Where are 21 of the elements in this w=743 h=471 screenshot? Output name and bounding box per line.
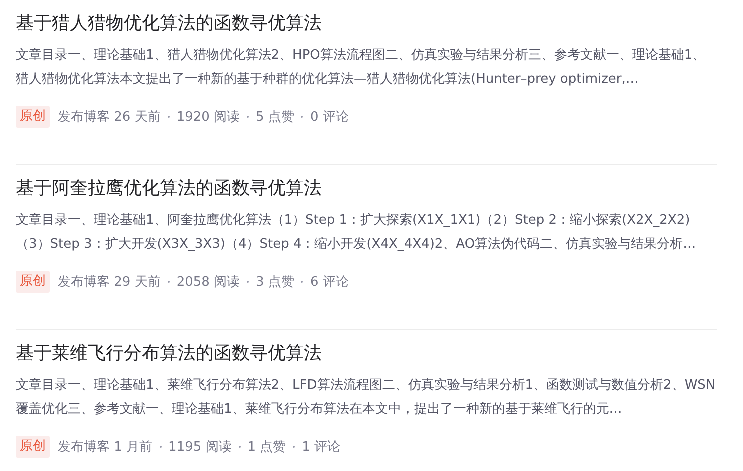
article-title[interactable]: 基于猎人猎物优化算法的函数寻优算法 xyxy=(16,10,717,38)
article-stat: 6 评论 xyxy=(310,274,349,291)
article-stat: 3 点赞 xyxy=(256,274,294,291)
original-tag: 原创 xyxy=(16,106,50,128)
article-stat: 1195 阅读 xyxy=(168,439,232,456)
article-excerpt: 文章目录一、理论基础1、猎人猎物优化算法2、HPO算法流程图二、仿真实验与结果分析三、参考文献一、理论基础1、猎人猎物优化算法本文提出了一种新的基于种群的优化算法—猎人猎物优化算法(Hunter–prey optimizer,… xyxy=(16,47,707,89)
article-stat: 5 点赞 xyxy=(256,109,294,126)
article-stat: 1 评论 xyxy=(302,439,341,456)
article-stat: 2058 阅读 xyxy=(176,274,240,291)
article-excerpt: 文章目录一、理论基础1、莱维飞行分布算法2、LFD算法流程图二、仿真实验与结果分析1、函数测试与数值分析2、WSN覆盖优化三、参考文献一、理论基础1、莱维飞行分布算法在本文中，提出了一种新的基于莱维飞行的元… xyxy=(16,377,717,419)
article-stat: 发布博客 29 天前 xyxy=(58,274,161,291)
article-title[interactable]: 基于莱维飞行分布算法的函数寻优算法 xyxy=(16,340,717,368)
article-stat: 发布博客 26 天前 xyxy=(58,109,161,126)
article-title[interactable]: 基于阿奎拉鹰优化算法的函数寻优算法 xyxy=(16,175,717,203)
original-tag: 原创 xyxy=(16,436,50,458)
article-stat: 1920 阅读 xyxy=(176,109,240,126)
original-tag: 原创 xyxy=(16,271,50,293)
article-stat: 1 点赞 xyxy=(248,439,286,456)
article-stat: 发布博客 1 月前 xyxy=(58,439,153,456)
article-excerpt: 文章目录一、理论基础1、阿奎拉鹰优化算法（1）Step 1：扩大探索(X1X_1X1)（2）Step 2：缩小探索(X2X_2X2)（3）Step 3：扩大开发(X3X_3X3)（4）Step 4：缩小开发(X4X_4X4)2、AO算法伪代码二、仿真实验与结果分析… xyxy=(16,212,698,254)
article-stat: 0 评论 xyxy=(310,109,349,126)
